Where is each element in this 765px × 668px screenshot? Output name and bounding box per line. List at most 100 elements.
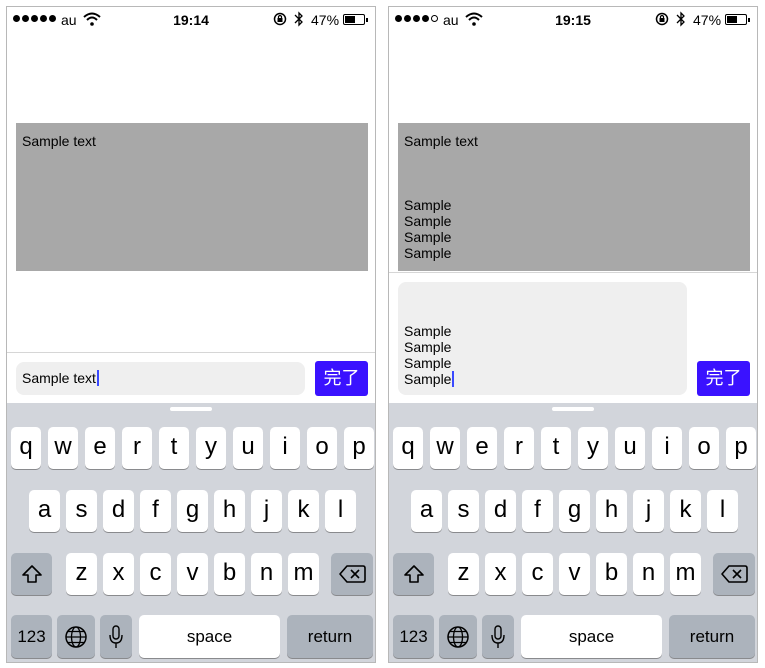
key-i[interactable]: i	[270, 427, 300, 469]
key-f[interactable]: f	[522, 490, 553, 532]
shift-key[interactable]	[393, 553, 434, 595]
key-v[interactable]: v	[177, 553, 208, 595]
status-bar: au 19:15 47%	[389, 7, 757, 33]
key-g[interactable]: g	[559, 490, 590, 532]
display-text-line: Sample	[404, 245, 452, 261]
done-button[interactable]: 完了	[315, 361, 368, 396]
phone-screen-left: au 19:14 47% Sample text Sample text 完了 …	[6, 6, 376, 663]
key-h[interactable]: h	[596, 490, 627, 532]
display-text-line: Sample	[404, 229, 452, 245]
key-r[interactable]: r	[504, 427, 534, 469]
key-d[interactable]: d	[103, 490, 134, 532]
key-h[interactable]: h	[214, 490, 245, 532]
key-o[interactable]: o	[689, 427, 719, 469]
key-g[interactable]: g	[177, 490, 208, 532]
shift-key[interactable]	[11, 553, 52, 595]
text-caret	[452, 371, 455, 387]
input-text-line: Sample	[404, 371, 455, 387]
keyboard: q w e r t y u i o p a s d f g h j k l z	[7, 403, 375, 662]
key-a[interactable]: a	[411, 490, 442, 532]
bluetooth-icon	[294, 11, 303, 27]
key-e[interactable]: e	[85, 427, 115, 469]
delete-key[interactable]	[331, 553, 373, 595]
key-b[interactable]: b	[214, 553, 245, 595]
key-u[interactable]: u	[615, 427, 645, 469]
key-u[interactable]: u	[233, 427, 263, 469]
key-z[interactable]: z	[448, 553, 479, 595]
key-j[interactable]: j	[251, 490, 282, 532]
text-caret	[96, 370, 99, 386]
key-r[interactable]: r	[122, 427, 152, 469]
key-l[interactable]: l	[707, 490, 738, 532]
phone-screen-right: au 19:15 47% Sample text Sample Sample S…	[388, 6, 758, 663]
shift-icon	[403, 565, 424, 583]
mic-key[interactable]	[482, 615, 514, 658]
key-b[interactable]: b	[596, 553, 627, 595]
text-input-field[interactable]: Sample text	[16, 362, 305, 395]
input-bar: Sample text 完了	[7, 352, 375, 404]
key-n[interactable]: n	[251, 553, 282, 595]
key-m[interactable]: m	[288, 553, 319, 595]
key-x[interactable]: x	[103, 553, 134, 595]
microphone-icon	[109, 625, 123, 648]
battery-percent: 47%	[311, 12, 340, 28]
space-key[interactable]: space	[521, 615, 662, 658]
key-y[interactable]: y	[578, 427, 608, 469]
key-k[interactable]: k	[288, 490, 319, 532]
rotation-lock-icon	[655, 12, 669, 26]
key-c[interactable]: c	[140, 553, 171, 595]
display-text-line: Sample text	[404, 133, 478, 149]
space-key[interactable]: space	[139, 615, 280, 658]
input-text-line: Sample	[404, 323, 452, 339]
done-button[interactable]: 完了	[697, 361, 750, 396]
mic-key[interactable]	[100, 615, 132, 658]
key-z[interactable]: z	[66, 553, 97, 595]
key-f[interactable]: f	[140, 490, 171, 532]
key-t[interactable]: t	[541, 427, 571, 469]
key-s[interactable]: s	[448, 490, 479, 532]
key-v[interactable]: v	[559, 553, 590, 595]
input-text-line: Sample	[404, 355, 452, 371]
key-c[interactable]: c	[522, 553, 553, 595]
input-text-line: Sample	[404, 339, 452, 355]
globe-key[interactable]	[57, 615, 95, 658]
key-q[interactable]: q	[11, 427, 41, 469]
key-m[interactable]: m	[670, 553, 701, 595]
delete-key[interactable]	[713, 553, 755, 595]
key-y[interactable]: y	[196, 427, 226, 469]
keyboard-handle	[552, 407, 594, 411]
key-i[interactable]: i	[652, 427, 682, 469]
globe-key[interactable]	[439, 615, 477, 658]
numbers-key[interactable]: 123	[11, 615, 52, 658]
numbers-key[interactable]: 123	[393, 615, 434, 658]
bluetooth-icon	[676, 11, 685, 27]
text-display-area: Sample text Sample Sample Sample Sample	[398, 123, 750, 271]
backspace-icon	[339, 565, 366, 583]
key-q[interactable]: q	[393, 427, 423, 469]
key-j[interactable]: j	[633, 490, 664, 532]
key-k[interactable]: k	[670, 490, 701, 532]
status-bar: au 19:14 47%	[7, 7, 375, 33]
display-text-line: Sample	[404, 197, 452, 213]
key-a[interactable]: a	[29, 490, 60, 532]
key-n[interactable]: n	[633, 553, 664, 595]
display-text-line: Sample	[404, 213, 452, 229]
key-p[interactable]: p	[726, 427, 756, 469]
key-w[interactable]: w	[48, 427, 78, 469]
return-key[interactable]: return	[287, 615, 373, 658]
key-w[interactable]: w	[430, 427, 460, 469]
key-o[interactable]: o	[307, 427, 337, 469]
key-t[interactable]: t	[159, 427, 189, 469]
key-e[interactable]: e	[467, 427, 497, 469]
battery-icon	[343, 14, 368, 25]
input-text-line: Sample text	[22, 370, 99, 386]
key-d[interactable]: d	[485, 490, 516, 532]
key-s[interactable]: s	[66, 490, 97, 532]
text-input-field[interactable]: Sample Sample Sample Sample	[398, 282, 687, 395]
display-text-line: Sample text	[22, 133, 96, 149]
input-bar: Sample Sample Sample Sample 完了	[389, 272, 757, 404]
key-x[interactable]: x	[485, 553, 516, 595]
return-key[interactable]: return	[669, 615, 755, 658]
key-p[interactable]: p	[344, 427, 374, 469]
key-l[interactable]: l	[325, 490, 356, 532]
